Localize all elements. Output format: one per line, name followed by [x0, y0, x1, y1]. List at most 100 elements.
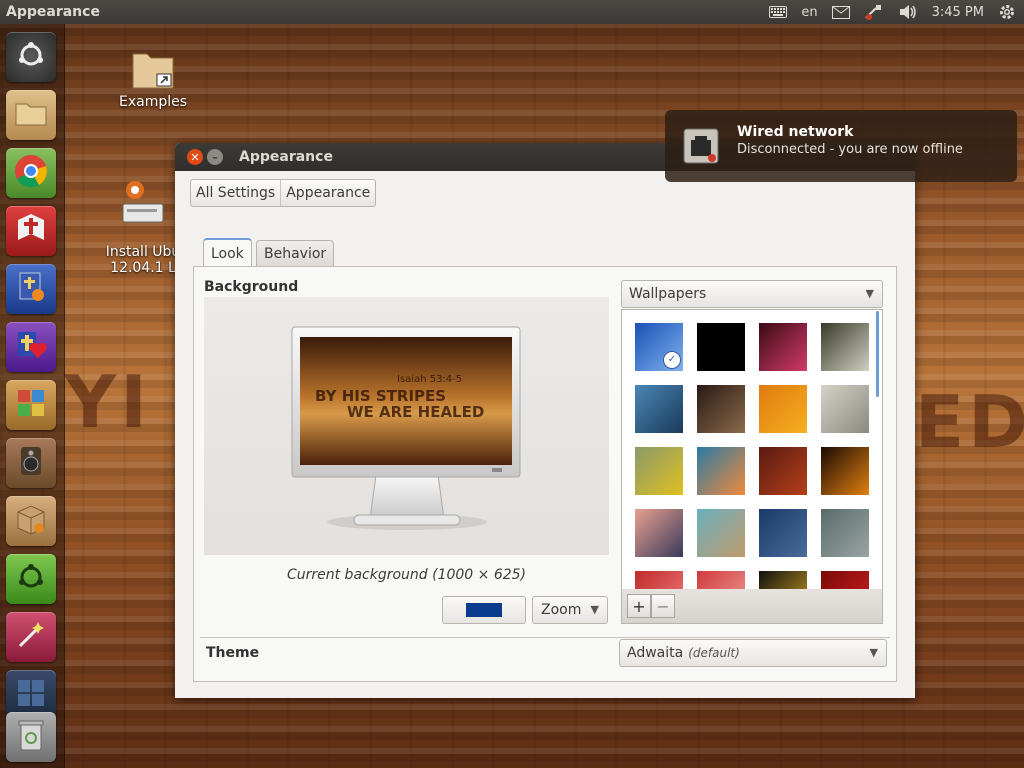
wallpaper-thumbnail[interactable] — [821, 447, 869, 495]
gear-icon[interactable] — [998, 3, 1016, 21]
window-content: Look Behavior Background Isaiah 53:4-5 B… — [175, 217, 915, 698]
desktop-icon-examples[interactable]: Examples — [113, 48, 193, 110]
clock[interactable]: 3:45 PM — [932, 5, 984, 20]
breadcrumb: All Settings Appearance — [190, 179, 377, 207]
desktop-icon-install-ubuntu[interactable]: Install Ubu 12.04.1 L — [103, 146, 183, 292]
volume-icon[interactable] — [898, 4, 918, 20]
mail-icon[interactable] — [831, 5, 850, 19]
wallpaper-thumbnail[interactable] — [635, 447, 683, 495]
bible-clock-icon — [14, 270, 48, 308]
launcher-speaker-app[interactable] — [6, 438, 56, 488]
trash-icon — [16, 718, 46, 756]
folder-link-icon — [131, 53, 175, 94]
desktop-icon-label: Examples — [118, 94, 188, 110]
breadcrumb-all-settings[interactable]: All Settings — [191, 180, 282, 206]
wand-icon — [14, 618, 48, 656]
notification-body: Disconnected - you are now offline — [737, 142, 963, 157]
remove-wallpaper-button[interactable]: − — [651, 594, 675, 618]
wallpaper-text-left: YI — [64, 360, 151, 444]
add-wallpaper-button[interactable]: + — [627, 594, 651, 618]
monitor-preview-icon — [291, 326, 521, 530]
top-panel: Appearance en 3:45 PM — [0, 0, 1024, 24]
appearance-window: ✕ – Appearance All Settings Appearance L… — [175, 143, 915, 698]
speaker-icon — [14, 444, 48, 482]
notification-title: Wired network — [737, 124, 854, 140]
wallpaper-thumbnail[interactable] — [759, 509, 807, 557]
wallpaper-thumbnail[interactable] — [821, 571, 869, 590]
theme-heading: Theme — [206, 645, 260, 661]
wallpaper-scrollbar[interactable] — [876, 311, 879, 397]
cross-heart-icon — [14, 328, 48, 366]
wallpaper-thumbnail[interactable] — [635, 385, 683, 433]
tab-look[interactable]: Look — [203, 238, 252, 268]
launcher-bible-study[interactable] — [6, 264, 56, 314]
background-color-button[interactable] — [442, 596, 526, 624]
installer-icon — [119, 181, 167, 228]
wallpaper-thumbnail[interactable] — [821, 509, 869, 557]
launcher-trash[interactable] — [6, 712, 56, 762]
wallpaper-thumbnail[interactable] — [697, 509, 745, 557]
launcher-ubuntu-software[interactable] — [6, 554, 56, 604]
current-background-caption: Current background (1000 × 625) — [286, 567, 527, 583]
network-offline-icon[interactable] — [864, 4, 884, 20]
indicator-area: en 3:45 PM — [769, 0, 1016, 24]
wallpaper-thumbnail[interactable] — [759, 447, 807, 495]
puzzle-icon — [14, 386, 48, 424]
ubuntu-logo-icon — [15, 39, 47, 75]
wallpaper-thumbnail[interactable] — [759, 323, 807, 371]
notification-bubble: Wired network Disconnected - you are now… — [665, 110, 1017, 182]
breadcrumb-appearance[interactable]: Appearance — [281, 180, 375, 206]
wallpaper-thumbnail[interactable] — [821, 323, 869, 371]
window-title: Appearance — [239, 149, 333, 165]
wallpaper-thumbnail[interactable] — [697, 323, 745, 371]
scale-combo[interactable]: Zoom ▼ — [532, 596, 608, 624]
chevron-down-icon: ▼ — [869, 646, 878, 659]
package-icon — [14, 502, 48, 540]
chevron-down-icon: ▼ — [865, 287, 874, 300]
close-icon[interactable]: ✕ — [187, 149, 203, 165]
tab-behavior[interactable]: Behavior — [256, 240, 335, 267]
wallpaper-thumbnail[interactable] — [697, 571, 745, 590]
wallpaper-thumbnail[interactable] — [821, 385, 869, 433]
chevron-down-icon: ▼ — [590, 603, 599, 616]
wallpaper-thumbnail[interactable] — [759, 385, 807, 433]
minimize-icon[interactable]: – — [207, 149, 223, 165]
scale-combo-value: Zoom — [541, 602, 582, 618]
theme-combo[interactable]: Adwaita (default) ▼ — [619, 639, 887, 667]
launcher-package-installer[interactable] — [6, 496, 56, 546]
launcher-dash-home[interactable] — [6, 32, 56, 82]
background-heading: Background — [204, 279, 299, 295]
launcher-puzzle-app[interactable] — [6, 380, 56, 430]
ubuntu-green-icon — [14, 560, 48, 598]
launcher-bible-app[interactable] — [6, 206, 56, 256]
launcher-magic-wand-app[interactable] — [6, 612, 56, 662]
chrome-icon — [13, 153, 49, 193]
wallpaper-thumbnail[interactable] — [635, 571, 683, 590]
wallpaper-grid: ✓ — [621, 309, 883, 591]
wallpaper-text-right: ED — [915, 380, 1024, 464]
background-preview: Isaiah 53:4-5 BY HIS STRIPES WE ARE HEAL… — [204, 297, 609, 555]
wallpaper-thumbnail[interactable] — [697, 447, 745, 495]
keyboard-icon[interactable] — [769, 6, 788, 18]
wallpaper-thumbnail[interactable] — [697, 385, 745, 433]
launcher-christian-app[interactable] — [6, 322, 56, 372]
wallpaper-source-value: Wallpapers — [629, 286, 707, 302]
color-swatch — [466, 603, 502, 617]
wallpaper-grid-toolbar: + − — [621, 589, 883, 624]
theme-value-note: (default) — [688, 646, 740, 660]
keyboard-layout-indicator[interactable]: en — [801, 5, 817, 20]
panel-app-title: Appearance — [6, 4, 100, 20]
workspace-icon — [14, 676, 48, 714]
wallpaper-thumbnail[interactable]: ✓ — [635, 323, 683, 371]
tab-panel-look: Background Isaiah 53:4-5 BY HIS STRIPES … — [193, 266, 897, 682]
wallpaper-thumbnail[interactable] — [635, 509, 683, 557]
launcher-files[interactable] — [6, 90, 56, 140]
network-offline-icon — [682, 127, 720, 169]
preview-line-2: WE ARE HEALED — [347, 403, 485, 421]
wallpaper-source-combo[interactable]: Wallpapers ▼ — [621, 280, 883, 308]
selected-check-icon: ✓ — [663, 351, 681, 369]
divider — [200, 637, 890, 638]
preview-verse: Isaiah 53:4-5 — [397, 374, 463, 385]
wallpaper-thumbnail[interactable] — [759, 571, 807, 590]
launcher-chrome[interactable] — [6, 148, 56, 198]
